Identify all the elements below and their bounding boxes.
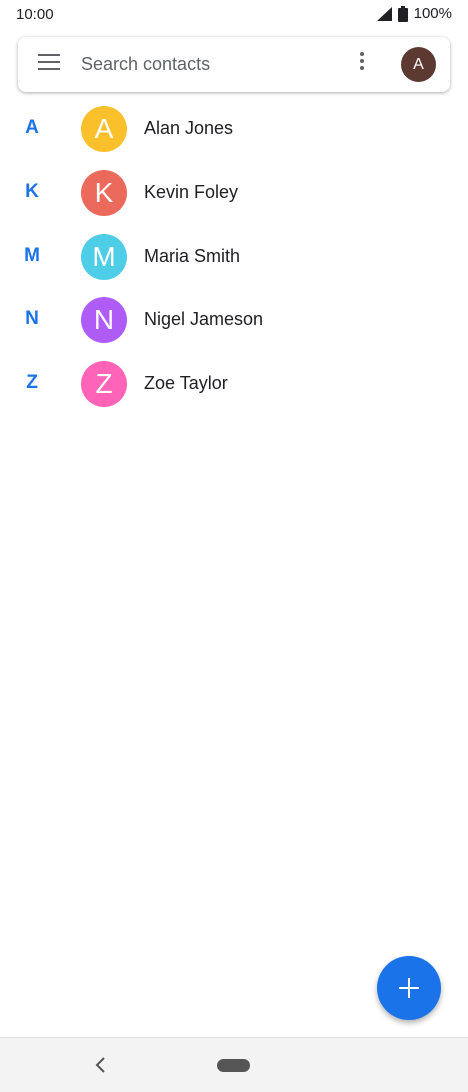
battery-icon — [397, 5, 408, 22]
contact-name: Maria Smith — [144, 245, 241, 266]
contact-row-nigel-jameson[interactable]: N N Nigel Jameson — [0, 288, 468, 352]
navigation-bar — [0, 1037, 468, 1092]
section-letter: A — [25, 117, 39, 138]
section-letter: Z — [26, 372, 38, 394]
contact-name: Kevin Foley — [144, 181, 239, 202]
battery-percentage: 100% — [413, 5, 452, 22]
contact-name: Zoe Taylor — [144, 373, 228, 394]
contact-name: Alan Jones — [144, 118, 234, 138]
status-icons: 100% — [376, 5, 452, 22]
status-time: 10:00 — [16, 6, 54, 23]
status-bar: 10:00 100% — [0, 0, 468, 30]
contact-list: A A Alan Jones K K Kevin Foley M M Maria… — [0, 97, 468, 416]
contact-name: Nigel Jameson — [144, 309, 264, 330]
contact-row-maria-smith[interactable]: M M Maria Smith — [0, 225, 468, 289]
signal-icon — [376, 6, 392, 21]
home-button[interactable] — [217, 1059, 250, 1072]
add-contact-button[interactable] — [377, 956, 441, 1020]
more-vert-icon[interactable] — [356, 52, 368, 78]
contact-avatar: K — [81, 169, 127, 216]
search-input[interactable] — [81, 47, 341, 81]
contact-avatar: A — [81, 106, 127, 152]
search-bar: A — [18, 37, 450, 92]
plus-icon — [399, 978, 419, 998]
contact-row-zoe-taylor[interactable]: Z Z Zoe Taylor — [0, 352, 468, 416]
hamburger-icon[interactable] — [38, 54, 60, 74]
contact-row-alan-jones[interactable]: A A Alan Jones — [0, 97, 468, 161]
chevron-left-icon[interactable] — [90, 1054, 112, 1076]
contact-avatar: M — [81, 233, 127, 280]
contact-avatar: N — [81, 297, 127, 344]
section-letter: K — [25, 180, 39, 202]
contact-avatar: Z — [81, 361, 127, 408]
contact-row-kevin-foley[interactable]: K K Kevin Foley — [0, 161, 468, 225]
section-letter: M — [24, 244, 40, 266]
account-avatar[interactable]: A — [401, 47, 436, 82]
section-letter: N — [25, 308, 39, 330]
